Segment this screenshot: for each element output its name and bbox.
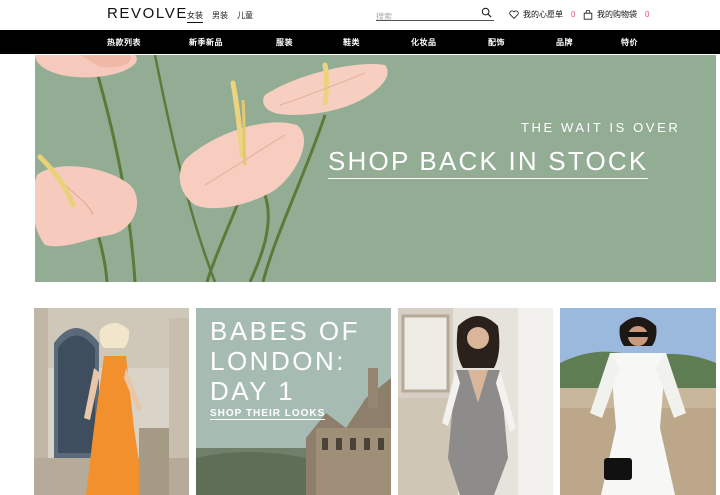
model-orange-dress-image xyxy=(34,308,189,495)
tab-men[interactable]: 男装 xyxy=(212,10,228,21)
editorial-tile-babes-of-london[interactable]: BABES OF LONDON: DAY 1 SHOP THEIR LOOKS xyxy=(196,308,391,495)
revolve-logo[interactable]: REVOLVE xyxy=(107,5,188,22)
shop-back-in-stock-link[interactable]: SHOP BACK IN STOCK xyxy=(328,146,649,179)
nav-brands[interactable]: 品牌 xyxy=(556,37,573,48)
heart-icon xyxy=(509,10,519,19)
editorial-tile-4[interactable] xyxy=(560,308,716,495)
wishlist-count: 0 xyxy=(571,10,576,19)
search-input[interactable] xyxy=(376,9,476,24)
model-grey-blazer-dress-image xyxy=(398,308,553,495)
bag-icon xyxy=(583,9,593,20)
shop-their-looks-link[interactable]: SHOP THEIR LOOKS xyxy=(210,408,326,420)
editorial-tile-3[interactable] xyxy=(398,308,553,495)
hero-banner[interactable]: THE WAIT IS OVER SHOP BACK IN STOCK xyxy=(35,55,716,282)
nav-sale[interactable]: 特价 xyxy=(621,37,638,48)
nav-clothing[interactable]: 服装 xyxy=(276,37,293,48)
hero-subtitle: THE WAIT IS OVER xyxy=(521,120,681,135)
cart-label: 我的购物袋 xyxy=(597,10,637,19)
babes-of-london-heading: BABES OF LONDON: DAY 1 xyxy=(210,316,361,406)
nav-hot-list[interactable]: 热款列表 xyxy=(107,37,141,48)
nav-beauty[interactable]: 化妆品 xyxy=(411,37,437,48)
nav-new-arrivals[interactable]: 新季新品 xyxy=(189,37,223,48)
editorial-tile-1[interactable] xyxy=(34,308,189,495)
wishlist-link[interactable]: 我的心愿单 0 xyxy=(509,9,575,20)
tab-kids[interactable]: 儿童 xyxy=(237,10,253,21)
cart-count: 0 xyxy=(645,10,650,19)
model-white-dress-image xyxy=(560,308,716,495)
top-header: REVOLVE 女装 男装 儿童 我的心愿单 0 我的购物袋 0 xyxy=(0,0,720,30)
search-box xyxy=(376,6,494,24)
wishlist-label: 我的心愿单 xyxy=(523,10,563,19)
cart-link[interactable]: 我的购物袋 0 xyxy=(583,9,649,20)
nav-accessories[interactable]: 配饰 xyxy=(488,37,505,48)
tab-women[interactable]: 女装 xyxy=(187,10,203,23)
search-icon[interactable] xyxy=(481,7,492,18)
nav-shoes[interactable]: 鞋类 xyxy=(343,37,360,48)
main-nav: 热款列表 新季新品 服装 鞋类 化妆品 配饰 品牌 特价 xyxy=(0,30,720,54)
